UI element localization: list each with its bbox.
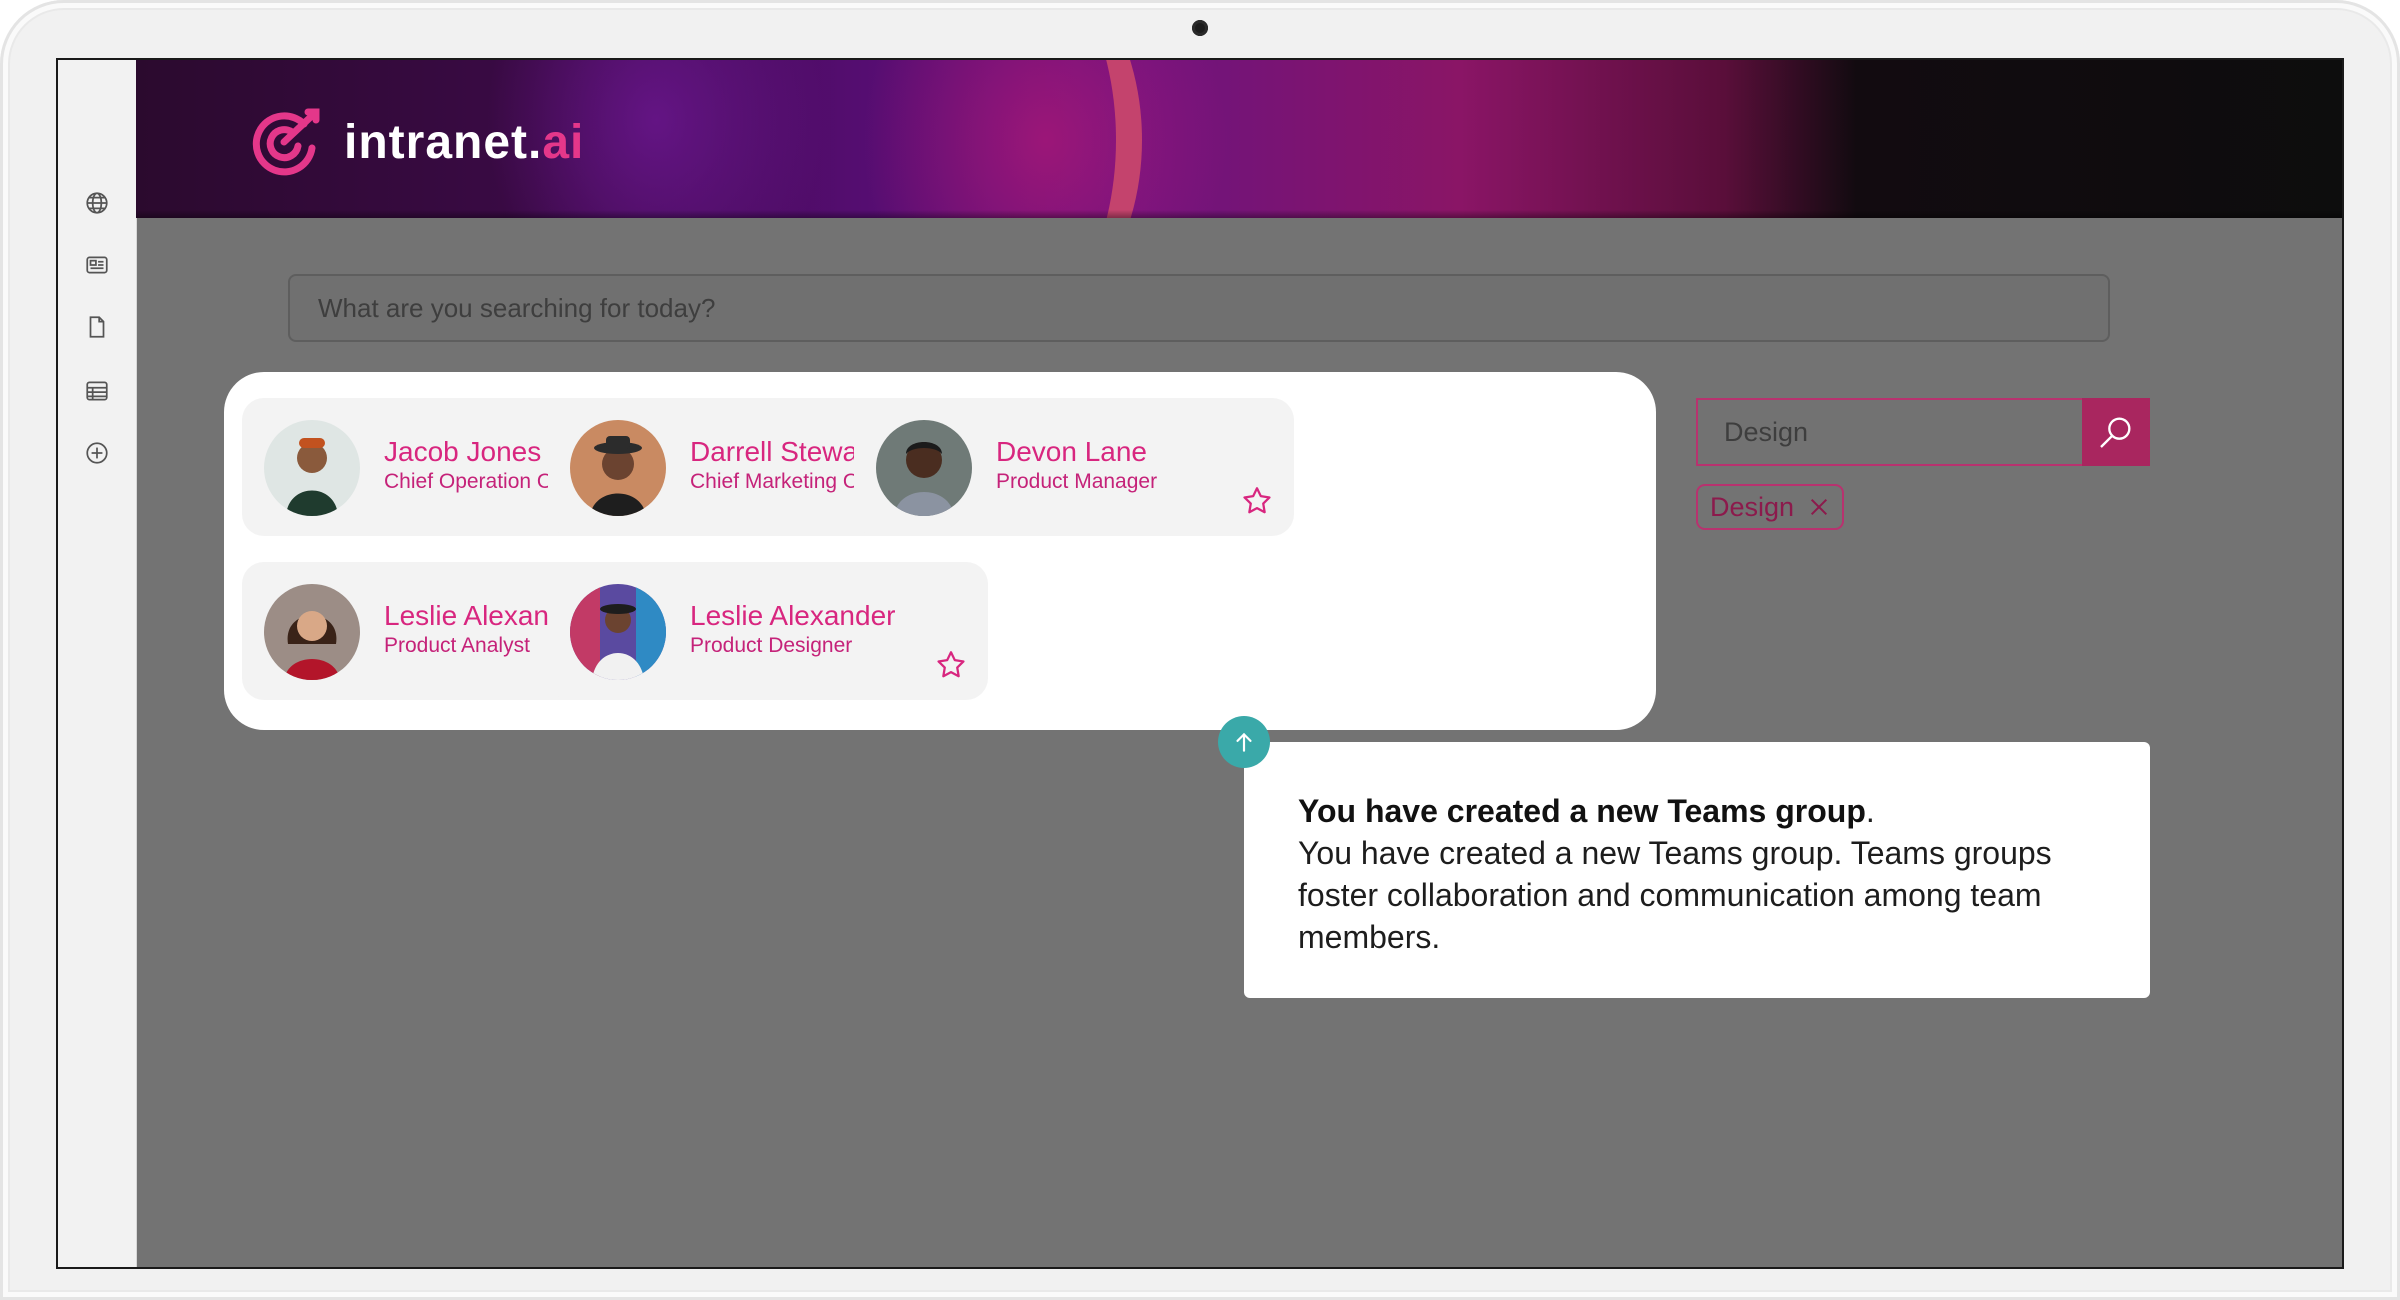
filter-search[interactable]: Design xyxy=(1696,398,2150,466)
person-role: Product Analyst xyxy=(384,634,530,657)
notification-text: You have created a new Teams group. You … xyxy=(1298,790,2058,958)
arrow-up-icon xyxy=(1236,732,1252,752)
globe-icon[interactable] xyxy=(84,190,110,216)
filter-search-button[interactable] xyxy=(2082,398,2150,466)
laptop-frame: intranet.ai Jacob Jones Chief Operation … xyxy=(0,0,2400,1300)
notification-body: You have created a new Teams group. Team… xyxy=(1298,835,2052,955)
table-icon[interactable] xyxy=(84,378,110,404)
person-name[interactable]: Jacob Jones xyxy=(384,436,541,468)
close-icon[interactable] xyxy=(1808,496,1830,518)
notification-title: You have created a new Teams group xyxy=(1298,793,1866,829)
avatar xyxy=(264,584,360,680)
person-role: Product Designer xyxy=(690,634,853,657)
avatar xyxy=(264,420,360,516)
person-name[interactable]: Leslie Alexander xyxy=(690,600,895,632)
notification-toast: You have created a new Teams group. You … xyxy=(1244,742,2150,998)
app-logo[interactable]: intranet.ai xyxy=(246,102,584,182)
filter-chip-label: Design xyxy=(1710,491,1795,522)
camera-icon xyxy=(1192,20,1208,36)
add-circle-icon[interactable] xyxy=(84,440,110,466)
filter-input[interactable]: Design xyxy=(1724,400,1808,464)
person-role: Product Manager xyxy=(996,470,1158,493)
filter-chip[interactable]: Design xyxy=(1696,484,1845,530)
search-input[interactable] xyxy=(316,291,2082,325)
notification-arrow-badge[interactable] xyxy=(1218,716,1270,768)
favorite-star-icon[interactable] xyxy=(1240,484,1274,518)
brand-wordmark: intranet.ai xyxy=(344,115,585,169)
header-banner: intranet.ai xyxy=(136,60,2342,218)
sidebar-rail xyxy=(58,60,137,1267)
person-card[interactable]: Leslie Alexander Product Designer xyxy=(548,562,988,700)
person-name[interactable]: Devon Lane xyxy=(996,436,1147,468)
banner-edge xyxy=(136,210,2342,218)
favorite-star-icon[interactable] xyxy=(934,648,968,682)
app-screen: intranet.ai Jacob Jones Chief Operation … xyxy=(58,60,2342,1267)
banner-decoration xyxy=(856,60,1142,218)
news-icon[interactable] xyxy=(84,252,110,278)
avatar xyxy=(570,584,666,680)
target-logo-icon xyxy=(252,108,320,176)
person-card[interactable]: Devon Lane Product Manager xyxy=(854,398,1294,536)
document-icon[interactable] xyxy=(84,314,110,340)
avatar xyxy=(570,420,666,516)
notification-title-suffix: . xyxy=(1865,793,1875,829)
people-results-panel: Jacob Jones Chief Operation Officer Darr… xyxy=(224,372,1656,730)
avatar xyxy=(876,420,972,516)
search-icon xyxy=(2100,417,2131,448)
global-search[interactable] xyxy=(288,274,2110,342)
